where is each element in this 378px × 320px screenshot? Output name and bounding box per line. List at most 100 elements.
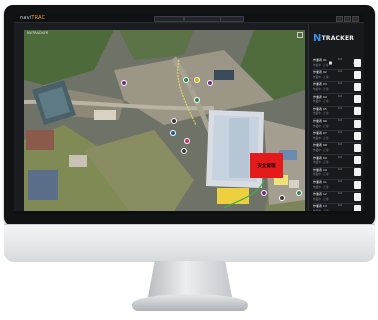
worker-avatar-icon[interactable]: [354, 131, 361, 140]
map-view-label: NVTRACKER: [27, 31, 49, 35]
worker-row[interactable]: 作業者 07 作業中 · 正常 0.0: [313, 130, 361, 144]
worker-name: 作業者 04: [313, 94, 327, 99]
worker-status: 作業中 · 正常: [313, 161, 329, 165]
worker-avatar-icon[interactable]: [354, 95, 361, 104]
worker-distance: 0.0: [338, 119, 343, 122]
worker-avatar-icon[interactable]: [354, 192, 361, 201]
worker-status: 作業中 · 正常: [313, 63, 329, 67]
worker-status: 作業中 · 正常: [313, 100, 329, 104]
worker-list-panel: NTRACKER 作業者 01 作業中 · 正常 0.0 作業者 02 作業中 · 正常…: [308, 24, 364, 214]
worker-avatar-icon[interactable]: [354, 70, 361, 79]
panel-header-controls: [313, 50, 361, 65]
worker-row[interactable]: 作業者 05 作業中 · 正常 0.0: [313, 106, 361, 119]
worker-name: 作業者 11: [313, 180, 327, 184]
alert-zone-label: 安全管理: [257, 163, 276, 169]
brand-mark: N: [313, 33, 322, 44]
worker-name: 作業者 01: [313, 58, 327, 62]
aerial-image: [24, 30, 305, 211]
worker-distance: 0.0: [338, 143, 343, 147]
worker-status: 作業中 · 正常: [313, 87, 329, 91]
worker-marker[interactable]: [184, 138, 190, 144]
map-fullscreen-icon[interactable]: [297, 32, 303, 38]
worker-row[interactable]: 作業者 02 作業中 · 正常 0.0: [313, 69, 361, 83]
worker-row[interactable]: 作業者 12 作業中 · 正常 0.0: [313, 191, 361, 205]
worker-name: 作業者 02: [313, 70, 327, 75]
brand-logo: NTRACKER: [313, 32, 361, 44]
worker-marker[interactable]: [207, 80, 213, 86]
worker-marker[interactable]: [296, 190, 302, 196]
monitor-stand-base: [132, 294, 248, 311]
worker-status: 作業中 · 正常: [313, 185, 329, 189]
worker-marker[interactable]: [171, 118, 177, 124]
brand-text: TRACKER: [321, 35, 355, 42]
worker-status: 作業中 · 正常: [313, 112, 329, 116]
worker-avatar-icon[interactable]: [354, 107, 361, 116]
maximize-button[interactable]: [344, 15, 351, 22]
worker-row[interactable]: 作業者 08 作業中 · 正常 0.0: [313, 142, 361, 156]
worker-avatar-icon[interactable]: [354, 143, 361, 152]
worker-marker[interactable]: [181, 148, 187, 154]
status-box-2: [184, 15, 222, 22]
worker-name: 作業者 12: [313, 192, 327, 197]
worker-marker[interactable]: [279, 195, 285, 201]
monitor-chin: [4, 224, 375, 262]
status-box-1: [154, 15, 184, 22]
worker-marker[interactable]: [183, 77, 189, 83]
worker-row[interactable]: 作業者 01 作業中 · 正常 0.0: [313, 57, 361, 70]
worker-row[interactable]: 作業者 10 作業中 · 正常 0.0: [313, 167, 361, 180]
worker-status: 作業中 · 正常: [313, 173, 329, 177]
worker-distance: 0.0: [338, 70, 343, 74]
top-bar: naviTRAC: [14, 14, 364, 23]
worker-marker[interactable]: [170, 130, 176, 136]
worker-status: 作業中 · 正常: [313, 197, 329, 201]
worker-avatar-icon[interactable]: [354, 168, 361, 177]
worker-marker[interactable]: [261, 190, 267, 196]
worker-avatar-icon[interactable]: [354, 82, 361, 91]
worker-marker[interactable]: [194, 97, 200, 103]
worker-name: 作業者 06: [313, 119, 327, 123]
worker-name: 作業者 05: [313, 106, 327, 111]
worker-row[interactable]: 作業者 03 作業中 · 正常 0.0: [313, 81, 361, 95]
worker-status: 作業中 · 正常: [313, 124, 329, 128]
worker-row[interactable]: 作業者 04 作業中 · 正常 0.0: [313, 94, 361, 107]
worker-avatar-icon[interactable]: [354, 156, 361, 165]
worker-distance: 0.0: [338, 82, 343, 86]
worker-avatar-icon[interactable]: [354, 58, 361, 67]
worker-name: 作業者 07: [313, 131, 327, 136]
minimize-button[interactable]: [336, 15, 343, 22]
worker-name: 作業者 08: [313, 143, 327, 148]
worker-distance: 0.0: [338, 192, 343, 196]
bottom-status-bar: [14, 211, 364, 214]
worker-status: 作業中 · 正常: [313, 148, 329, 152]
worker-distance: 0.0: [338, 204, 343, 208]
logo-accent: TRAC: [31, 15, 46, 21]
alert-zone-marker[interactable]: 安全管理: [250, 153, 283, 178]
worker-marker[interactable]: [121, 80, 127, 86]
worker-distance: 0.0: [338, 131, 343, 135]
worker-distance: 0.0: [338, 180, 343, 183]
worker-row[interactable]: 作業者 09 作業中 · 正常 0.0: [313, 155, 361, 168]
monitor-stand-neck: [148, 261, 232, 297]
worker-row[interactable]: 作業者 06 作業中 · 正常 0.0: [313, 118, 361, 131]
worker-avatar-icon[interactable]: [354, 119, 361, 128]
worker-name: 作業者 13: [313, 204, 327, 209]
worker-status: 作業中 · 正常: [313, 75, 329, 79]
worker-name: 作業者 03: [313, 82, 327, 87]
worker-distance: 0.0: [338, 58, 343, 61]
worker-distance: 0.0: [338, 167, 343, 171]
logo-prefix: navi: [20, 15, 32, 21]
close-button[interactable]: [352, 15, 359, 22]
worker-marker[interactable]: [194, 77, 200, 83]
worker-distance: 0.0: [338, 106, 343, 110]
status-box-3: [220, 15, 244, 22]
aerial-map-view[interactable]: NVTRACKER 安全管理: [24, 30, 305, 211]
worker-name: 作業者 10: [313, 167, 327, 172]
monitor-scene: naviTRAC NVTRACKER 安全管理 NTRACKER 作業者 01 …: [0, 0, 378, 320]
worker-row[interactable]: 作業者 11 作業中 · 正常 0.0: [313, 179, 361, 192]
worker-status: 作業中 · 正常: [313, 136, 329, 140]
worker-distance: 0.0: [338, 155, 343, 159]
worker-name: 作業者 09: [313, 155, 327, 160]
app-logo: naviTRAC: [20, 15, 45, 21]
worker-avatar-icon[interactable]: [354, 180, 361, 189]
worker-distance: 0.0: [338, 94, 343, 98]
